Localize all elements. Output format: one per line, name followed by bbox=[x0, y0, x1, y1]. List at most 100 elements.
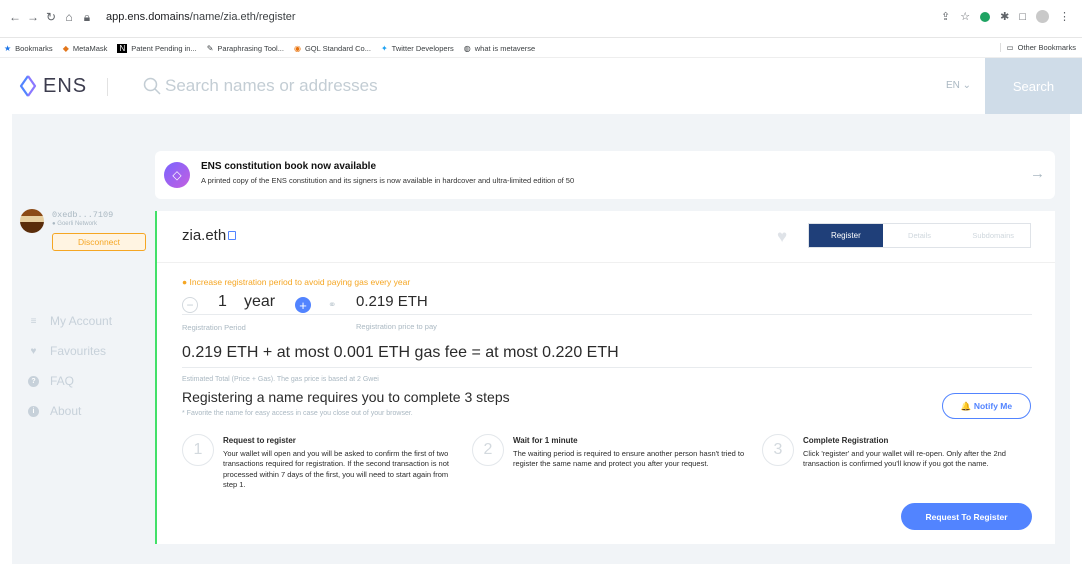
sidebar-item-label: About bbox=[50, 404, 82, 418]
bookmark-item[interactable]: ★ Bookmarks bbox=[4, 44, 53, 53]
copy-icon[interactable] bbox=[228, 231, 237, 240]
sidebar-item-favourites[interactable]: ♥ Favourites bbox=[28, 336, 112, 366]
period-label: Registration Period bbox=[182, 323, 246, 332]
other-bookmarks-label: Other Bookmarks bbox=[1017, 43, 1076, 52]
browser-toolbar: ← → ↻ ⌂ 🔒︎ app.ens.domains/name/zia.eth/… bbox=[0, 0, 1082, 38]
step-number: 3 bbox=[762, 434, 794, 466]
estimated-total-label: Estimated Total (Price + Gas). The gas p… bbox=[182, 376, 379, 383]
ens-logo-icon bbox=[19, 75, 37, 97]
app-header: ENS EN ⌄ Search bbox=[0, 57, 1082, 115]
bookmark-item[interactable]: ◆ MetaMask bbox=[63, 44, 108, 53]
address-bar[interactable]: ← → ↻ ⌂ 🔒︎ app.ens.domains/name/zia.eth/… bbox=[8, 8, 296, 26]
arrow-right-icon[interactable]: → bbox=[1030, 165, 1045, 182]
sidebar-item-faq[interactable]: ? FAQ bbox=[28, 366, 112, 396]
info-icon: i bbox=[28, 405, 39, 417]
home-icon[interactable]: ⌂ bbox=[62, 10, 76, 24]
period-value: 1 bbox=[218, 293, 227, 310]
profile-icon[interactable] bbox=[1036, 10, 1049, 23]
other-bookmarks[interactable]: ▭ Other Bookmarks bbox=[999, 43, 1076, 52]
tab-details[interactable]: Details bbox=[883, 224, 957, 247]
bookmark-label: what is metaverse bbox=[474, 44, 536, 53]
link-icon: ⚭ bbox=[328, 300, 337, 311]
domain-name: zia.eth bbox=[182, 227, 227, 244]
search-input[interactable] bbox=[165, 76, 765, 96]
bookmark-label: Bookmarks bbox=[15, 44, 53, 53]
menu-icon[interactable]: ⋮ bbox=[1059, 10, 1070, 23]
forward-icon[interactable]: → bbox=[26, 10, 40, 24]
decrease-period-button[interactable]: − bbox=[182, 297, 198, 313]
banner-subtitle: A printed copy of the ENS constitution a… bbox=[201, 176, 575, 185]
sidebar-item-label: FAQ bbox=[50, 374, 75, 388]
bookmark-item[interactable]: ◍ what is metaverse bbox=[464, 44, 535, 53]
bookmark-item[interactable]: ✦ Twitter Developers bbox=[381, 44, 454, 53]
twitter-icon: ✦ bbox=[380, 44, 388, 53]
bookmark-label: GQL Standard Co... bbox=[304, 44, 371, 53]
estimated-total: 0.219 ETH + at most 0.001 ETH gas fee = … bbox=[182, 344, 619, 361]
gql-icon: ◉ bbox=[293, 44, 301, 53]
banner-title: ENS constitution book now available bbox=[201, 161, 377, 172]
step-title: Wait for 1 minute bbox=[513, 436, 578, 445]
tab-bar: Register Details Subdomains bbox=[808, 223, 1031, 248]
increase-period-button[interactable]: + bbox=[295, 297, 311, 313]
period-row: − 1 year + ⚭ 0.219 ETH bbox=[182, 293, 1032, 315]
card-header: zia.eth ♥ Register Details Subdomains bbox=[157, 211, 1055, 263]
search-button[interactable]: Search bbox=[985, 58, 1082, 115]
url-path: /name/zia.eth/register bbox=[189, 11, 296, 23]
notion-icon: N bbox=[117, 44, 128, 53]
star-icon[interactable]: ☆ bbox=[960, 10, 970, 23]
announcement-banner[interactable]: ◇ ENS constitution book now available A … bbox=[155, 151, 1055, 199]
extension-icon[interactable] bbox=[980, 11, 991, 22]
divider bbox=[107, 78, 108, 96]
main-content: ◇ ENS constitution book now available A … bbox=[0, 114, 1082, 576]
gas-warning: ● Increase registration period to avoid … bbox=[182, 277, 411, 287]
favourite-heart-icon[interactable]: ♥ bbox=[777, 227, 787, 247]
search-icon bbox=[143, 77, 161, 95]
ens-badge-icon: ◇ bbox=[164, 162, 190, 188]
sidebar-item-my-account[interactable]: ≡ My Account bbox=[28, 306, 112, 336]
question-icon: ? bbox=[28, 375, 39, 387]
notify-me-button[interactable]: 🔔 Notify Me bbox=[942, 393, 1031, 419]
bookmark-item[interactable]: N Patent Pending in... bbox=[117, 44, 197, 53]
request-to-register-button[interactable]: Request To Register bbox=[901, 503, 1032, 530]
total-row: 0.219 ETH + at most 0.001 ETH gas fee = … bbox=[182, 344, 1032, 368]
globe-icon: ◍ bbox=[463, 44, 471, 53]
star-icon: ★ bbox=[4, 44, 12, 53]
bookmark-label: Paraphrasing Tool... bbox=[217, 44, 284, 53]
bookmarks-bar: ★ Bookmarks ◆ MetaMask N Patent Pending in.… bbox=[0, 40, 1082, 57]
puzzle-icon[interactable]: ✱ bbox=[1000, 10, 1009, 23]
steps-note: * Favorite the name for easy access in c… bbox=[182, 410, 413, 417]
folder-icon: ▭ bbox=[1006, 43, 1014, 52]
browser-window: ← → ↻ ⌂ 🔒︎ app.ens.domains/name/zia.eth/… bbox=[0, 0, 1082, 576]
reload-icon[interactable]: ↻ bbox=[44, 10, 58, 24]
lock-icon: 🔒︎ bbox=[83, 9, 91, 24]
network-label: ● Goerli Network bbox=[52, 221, 97, 227]
fox-icon: ◆ bbox=[62, 44, 69, 53]
back-icon[interactable]: ← bbox=[8, 10, 22, 24]
step-description: The waiting period is required to ensure… bbox=[513, 449, 745, 469]
step-number: 2 bbox=[472, 434, 504, 466]
ens-logo[interactable]: ENS bbox=[17, 73, 87, 99]
browser-actions: ⇪ ☆ ✱ □ ⋮ bbox=[941, 10, 1070, 23]
registration-price: 0.219 ETH bbox=[356, 293, 428, 310]
bookmark-item[interactable]: ✎ Paraphrasing Tool... bbox=[207, 44, 284, 53]
url-text[interactable]: app.ens.domains/name/zia.eth/register bbox=[106, 11, 296, 23]
list-icon: ≡ bbox=[30, 315, 37, 327]
step-description: Click 'register' and your wallet will re… bbox=[803, 449, 1006, 469]
wallet-address: 0xedb...7109 bbox=[52, 210, 114, 220]
search-box bbox=[143, 73, 765, 99]
heart-icon: ♥ bbox=[30, 345, 37, 357]
sidebar-icon[interactable]: □ bbox=[1019, 11, 1026, 23]
tab-subdomains[interactable]: Subdomains bbox=[956, 224, 1030, 247]
sidebar-item-label: Favourites bbox=[50, 344, 107, 358]
bookmark-item[interactable]: ◉ GQL Standard Co... bbox=[294, 44, 371, 53]
domain-title: zia.eth bbox=[182, 227, 237, 244]
sidebar-item-label: My Account bbox=[50, 314, 113, 328]
url-domain: app.ens.domains bbox=[106, 11, 190, 23]
step-title: Request to register bbox=[223, 436, 296, 445]
tab-register[interactable]: Register bbox=[809, 224, 883, 247]
bookmark-label: Twitter Developers bbox=[391, 44, 454, 53]
sidebar-item-about[interactable]: i About bbox=[28, 396, 112, 426]
language-select[interactable]: EN ⌄ bbox=[946, 80, 971, 91]
share-icon[interactable]: ⇪ bbox=[941, 10, 950, 23]
disconnect-button[interactable]: Disconnect bbox=[52, 233, 146, 251]
